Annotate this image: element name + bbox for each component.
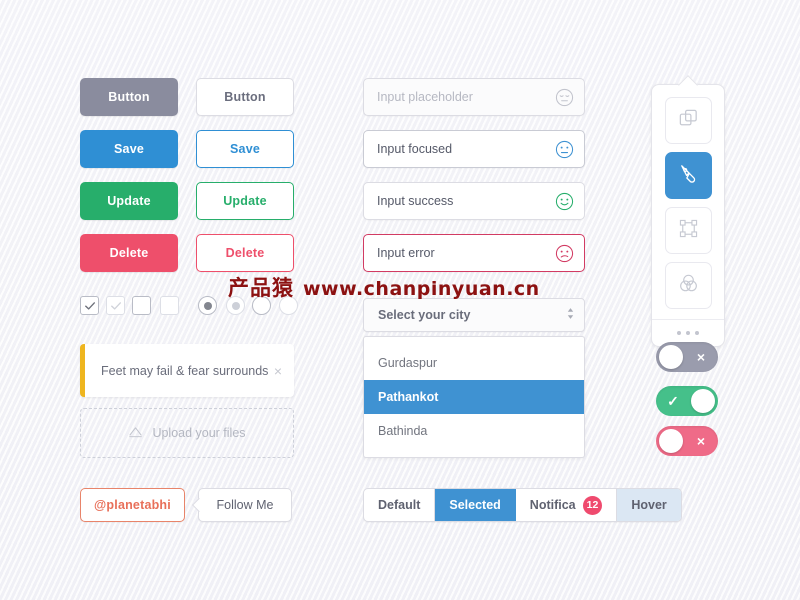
radio-selected-disabled bbox=[226, 296, 245, 315]
radio-selected[interactable] bbox=[198, 296, 217, 315]
close-icon[interactable]: × bbox=[272, 363, 284, 379]
check-icon: ✓ bbox=[667, 392, 679, 409]
checkbox-unchecked-disabled bbox=[160, 296, 179, 315]
radio-dot bbox=[203, 301, 212, 310]
city-dropdown-list: Gurdaspur Pathankot Bathinda bbox=[363, 336, 585, 458]
button-update-ghost[interactable]: Update bbox=[196, 182, 294, 220]
checkbox-unchecked[interactable] bbox=[132, 296, 151, 315]
input-success[interactable]: Input success bbox=[363, 182, 585, 220]
button-delete-solid[interactable]: Delete bbox=[80, 234, 178, 272]
toggle-knob bbox=[659, 429, 683, 453]
button-disabled-solid[interactable]: Button bbox=[80, 78, 178, 116]
tool-copy-layers[interactable] bbox=[664, 97, 712, 144]
tab-selected-label: Selected bbox=[449, 498, 501, 512]
more-dots-icon bbox=[695, 331, 699, 335]
radio-dot bbox=[231, 301, 240, 310]
toggle-knob bbox=[691, 389, 715, 413]
tab-notifications-label: Notifica bbox=[529, 498, 576, 512]
tab-hover-label: Hover bbox=[631, 498, 667, 512]
upload-cloud-icon bbox=[128, 425, 143, 442]
button-update-solid[interactable]: Update bbox=[80, 182, 178, 220]
button-disabled-ghost[interactable]: Button bbox=[196, 78, 294, 116]
smiling-face-icon bbox=[555, 192, 574, 211]
toggle-knob bbox=[659, 345, 683, 369]
city-select-label: Select your city bbox=[378, 308, 471, 322]
neutral-face-icon bbox=[555, 140, 574, 159]
alert-banner: Feet may fail & fear surrounds × bbox=[80, 344, 294, 397]
upload-label: Upload your files bbox=[152, 426, 246, 440]
tab-default-label: Default bbox=[378, 498, 421, 512]
follow-me-button[interactable]: Follow Me bbox=[198, 488, 292, 522]
button-save-ghost[interactable]: Save bbox=[196, 130, 294, 168]
tab-default[interactable]: Default bbox=[364, 489, 436, 521]
tool-transform[interactable] bbox=[664, 207, 712, 254]
input-error[interactable]: Input error bbox=[363, 234, 585, 272]
stepper-arrows-icon bbox=[566, 306, 575, 324]
pen-tool-icon bbox=[677, 162, 700, 190]
toggle-success-on[interactable]: ✓ bbox=[656, 386, 718, 416]
input-success-value: Input success bbox=[377, 194, 454, 208]
sleepy-face-icon bbox=[555, 88, 574, 107]
button-save-solid[interactable]: Save bbox=[80, 130, 178, 168]
watermark-url: www.chanpinyuan.cn bbox=[303, 278, 540, 300]
cross-icon: × bbox=[696, 433, 706, 449]
button-delete-ghost[interactable]: Delete bbox=[196, 234, 294, 272]
dropdown-option-bathinda[interactable]: Bathinda bbox=[364, 414, 584, 448]
checkbox-checked-disabled bbox=[106, 296, 125, 315]
checkbox-checked[interactable] bbox=[80, 296, 99, 315]
tab-notifications[interactable]: Notifica 12 bbox=[516, 489, 618, 521]
tool-color-blend[interactable] bbox=[664, 262, 712, 309]
input-placeholder-text: Input placeholder bbox=[377, 90, 473, 104]
city-select[interactable]: Select your city bbox=[363, 298, 585, 332]
color-blend-circles-icon bbox=[677, 272, 700, 300]
upload-dropzone[interactable]: Upload your files bbox=[80, 408, 294, 458]
transform-box-icon bbox=[677, 217, 700, 245]
toggle-danger-off[interactable]: × bbox=[656, 426, 718, 456]
dropdown-option-gurdaspur[interactable]: Gurdaspur bbox=[364, 346, 584, 380]
input-focused[interactable]: Input focused bbox=[363, 130, 585, 168]
input-error-value: Input error bbox=[377, 246, 435, 260]
cross-icon: × bbox=[696, 349, 706, 365]
more-dots-icon bbox=[677, 331, 681, 335]
check-icon bbox=[84, 301, 95, 310]
tab-selected[interactable]: Selected bbox=[435, 489, 516, 521]
frowning-face-icon bbox=[555, 244, 574, 263]
copy-layers-icon bbox=[677, 107, 700, 135]
notification-badge: 12 bbox=[582, 495, 603, 515]
input-placeholder[interactable]: Input placeholder bbox=[363, 78, 585, 116]
radio-unselected-disabled bbox=[279, 296, 298, 315]
tool-pen[interactable] bbox=[664, 152, 712, 199]
toggle-neutral-off[interactable]: × bbox=[656, 342, 718, 372]
twitter-handle-button[interactable]: @planetabhi bbox=[80, 488, 185, 522]
tool-palette bbox=[651, 75, 725, 347]
alert-message: Feet may fail & fear surrounds bbox=[101, 363, 269, 378]
input-focused-value: Input focused bbox=[377, 142, 453, 156]
palette-caret bbox=[678, 75, 698, 95]
tab-hover[interactable]: Hover bbox=[617, 489, 681, 521]
radio-unselected[interactable] bbox=[252, 296, 271, 315]
dropdown-option-pathankot[interactable]: Pathankot bbox=[364, 380, 584, 414]
ui-kit-canvas: Button Save Update Delete Button Save Up… bbox=[0, 0, 800, 600]
check-icon bbox=[110, 301, 121, 310]
more-dots-icon bbox=[686, 331, 690, 335]
